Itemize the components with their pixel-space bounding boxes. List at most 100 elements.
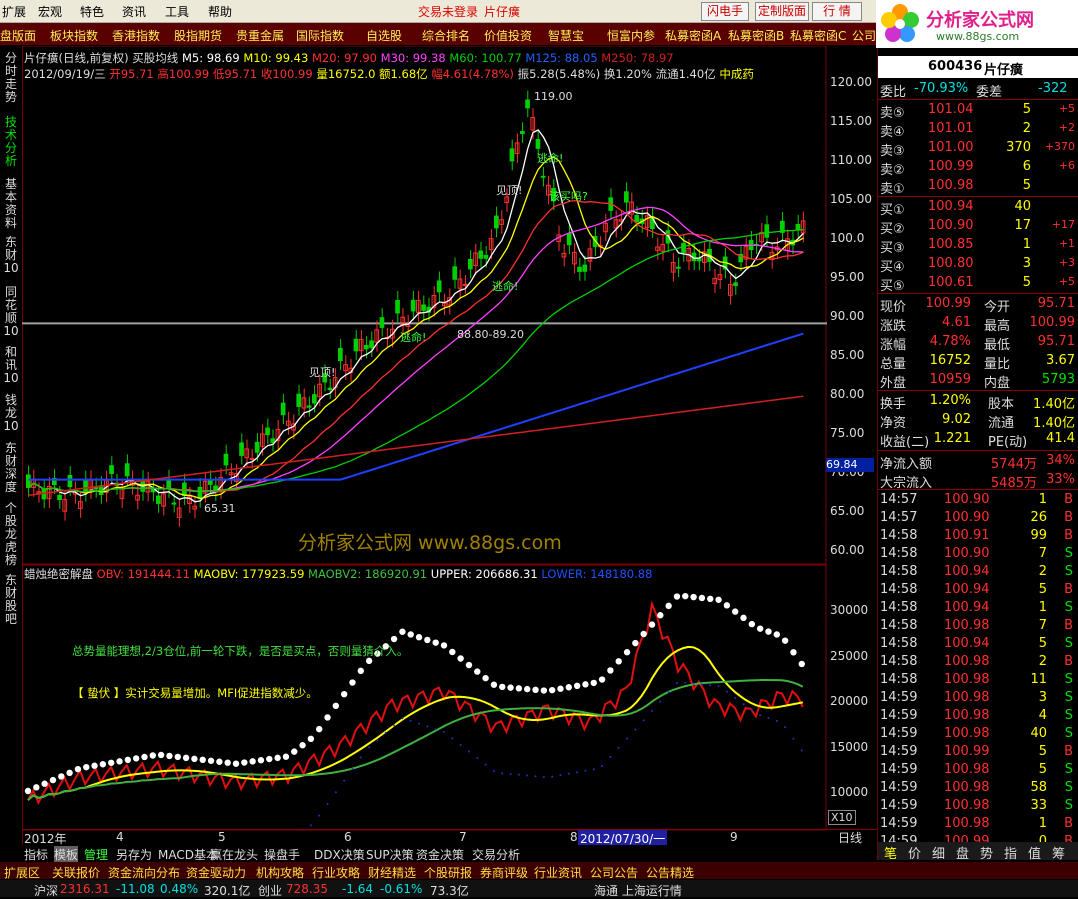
upper-band-dot — [166, 753, 172, 759]
indicator-tab[interactable]: 管理 — [84, 846, 108, 863]
custom-layout-button[interactable]: 定制版面 — [755, 2, 809, 21]
extension-tab[interactable]: 资金流向分布 — [108, 864, 180, 881]
upper-band-dot — [524, 686, 530, 692]
left-tab[interactable]: 同花顺10 — [3, 286, 19, 338]
trade-price: 100.94 — [944, 600, 990, 615]
price-cursor-label: 69.84 — [826, 458, 874, 472]
menu-news[interactable]: 资讯 — [122, 3, 146, 20]
left-tab[interactable]: 个股龙虎榜 — [3, 502, 19, 567]
login-status[interactable]: 交易未登录 — [418, 3, 478, 20]
lower-commentary-2: 【 蛰伏 】实计交易量增加。MFI促进指数减少。 — [72, 685, 318, 701]
indicator-tab[interactable]: SUP决策 — [366, 846, 414, 863]
kline-chart-area[interactable]: 119.0065.3188.80-89.20逃命!逃命!逃命!见顶!见顶!该买吗… — [22, 46, 827, 831]
extension-tab[interactable]: 行业攻略 — [312, 864, 360, 881]
extension-tab[interactable]: 财经精选 — [368, 864, 416, 881]
price-tick-label: 95.00 — [830, 270, 864, 284]
price-tick-label: 60.00 — [830, 543, 864, 557]
candle-body — [354, 339, 358, 351]
menu-help[interactable]: 帮助 — [208, 3, 232, 20]
indicator-tab[interactable]: 另存为 — [116, 846, 152, 863]
upper-band-dot — [774, 631, 780, 637]
stat2-value: 9.02 — [942, 412, 971, 427]
left-tab[interactable]: 钱龙10 — [3, 394, 19, 433]
left-tab[interactable]: 基本资料 — [3, 178, 19, 230]
volume-tick-label: 30000 — [830, 603, 868, 617]
candle-body — [536, 140, 540, 149]
indicator-tab[interactable]: DDX决策 — [314, 846, 365, 863]
nav-item[interactable]: 私募密函A — [665, 27, 721, 44]
trade-price: 100.90 — [944, 546, 990, 561]
nav-item[interactable]: 贵重金属 — [236, 27, 284, 44]
lower-band-dot — [493, 770, 495, 772]
extension-tab[interactable]: 公告精选 — [646, 864, 694, 881]
extension-tab[interactable]: 行业资讯 — [534, 864, 582, 881]
upper-band-dot — [299, 742, 305, 748]
quote-panel-tab[interactable]: 细 — [932, 843, 945, 862]
price-tick-label: 85.00 — [830, 348, 864, 362]
indicator-tab[interactable]: 交易分析 — [472, 846, 520, 863]
menu-tools[interactable]: 工具 — [165, 3, 189, 20]
flash-trade-button[interactable]: 闪电手 — [701, 2, 749, 21]
trade-price: 100.98 — [944, 798, 990, 813]
nav-item[interactable]: 公司 — [852, 27, 876, 44]
extension-tab[interactable]: 券商评级 — [480, 864, 528, 881]
extension-tab[interactable]: 个股研报 — [424, 864, 472, 881]
nav-item[interactable]: 自选股 — [366, 27, 402, 44]
quote-panel-tab[interactable]: 笔 — [884, 843, 897, 862]
nav-item[interactable]: 私募密函C — [790, 27, 846, 44]
nav-item[interactable]: 恒富内参 — [607, 27, 655, 44]
ma125-value: M125: 88.05 — [525, 51, 597, 65]
nav-item[interactable]: 盘版面 — [0, 27, 36, 44]
indicator-tab[interactable]: 操盘手 — [264, 846, 300, 863]
menu-extend[interactable]: 扩展 — [2, 3, 26, 20]
extension-tab[interactable]: 公司公告 — [590, 864, 638, 881]
quote-panel-tab[interactable]: 指 — [1004, 843, 1017, 862]
left-tab[interactable]: 东财10 — [3, 236, 19, 275]
upper-band-dot — [41, 781, 47, 787]
extension-bar: 扩展区关联报价资金流向分布资金驱动力机构攻略行业攻略财经精选个股研报券商评级行业… — [0, 862, 1078, 879]
nav-item[interactable]: 股指期货 — [174, 27, 222, 44]
extension-tab[interactable]: 关联报价 — [52, 864, 100, 881]
stat-value: 10959 — [930, 372, 971, 387]
flee-signal-label: 逃命! — [492, 279, 518, 293]
quote-panel-tab[interactable]: 盘 — [956, 843, 969, 862]
left-tab[interactable]: 和讯10 — [3, 346, 19, 385]
price-tick-label: 90.00 — [830, 309, 864, 323]
quote-button[interactable]: 行 情 — [812, 2, 862, 21]
left-tab[interactable]: 分时走势 — [3, 52, 19, 104]
left-tab[interactable]: 东财深度 — [3, 442, 19, 494]
upper-band-dot — [208, 758, 214, 764]
bid-row: 买⑤100.615+5 — [878, 274, 1078, 292]
period-label[interactable]: 日线 — [838, 829, 862, 846]
quote-panel-tab[interactable]: 值 — [1028, 843, 1041, 862]
nav-item[interactable]: 智慧宝 — [548, 27, 584, 44]
indicator-tab[interactable]: 指标 — [24, 846, 48, 863]
extension-tab[interactable]: 资金驱动力 — [186, 864, 246, 881]
tick-trade-row: 14:58100.9199B — [878, 527, 1078, 545]
menu-feature[interactable]: 特色 — [80, 3, 104, 20]
nav-item[interactable]: 价值投资 — [484, 27, 532, 44]
indicator-tab[interactable]: 模板 — [54, 846, 78, 863]
left-tab[interactable]: 技术分析 — [3, 116, 19, 168]
indicator-tab[interactable]: 赢在龙头 — [210, 846, 258, 863]
extension-tab[interactable]: 机构攻略 — [256, 864, 304, 881]
tick-trade-row: 14:58100.941S — [878, 599, 1078, 617]
indicator-tab[interactable]: 资金决策 — [416, 846, 464, 863]
quote-panel-tab[interactable]: 势 — [980, 843, 993, 862]
ask-price: 100.98 — [928, 178, 974, 193]
ticker-news[interactable]: 海通 上海运行情 — [594, 882, 682, 899]
extension-tab[interactable]: 扩展区 — [4, 864, 40, 881]
left-tab[interactable]: 东财股吧 — [3, 574, 19, 626]
nav-item[interactable]: 综合排名 — [422, 27, 470, 44]
quote-panel-tab[interactable]: 价 — [908, 843, 921, 862]
nav-item[interactable]: 私募密函B — [728, 27, 784, 44]
trade-time: 14:59 — [880, 708, 917, 723]
upper-band-dot — [175, 754, 181, 760]
quote-panel-tab[interactable]: 筹 — [1052, 843, 1065, 862]
nav-item[interactable]: 香港指数 — [112, 27, 160, 44]
menu-macro[interactable]: 宏观 — [38, 3, 62, 20]
nav-item[interactable]: 国际指数 — [296, 27, 344, 44]
nav-item[interactable]: 板块指数 — [50, 27, 98, 44]
indicator-tab[interactable]: MACD基本 — [158, 846, 218, 863]
bar-amplitude: 振5.28(5.48%) — [518, 67, 601, 81]
